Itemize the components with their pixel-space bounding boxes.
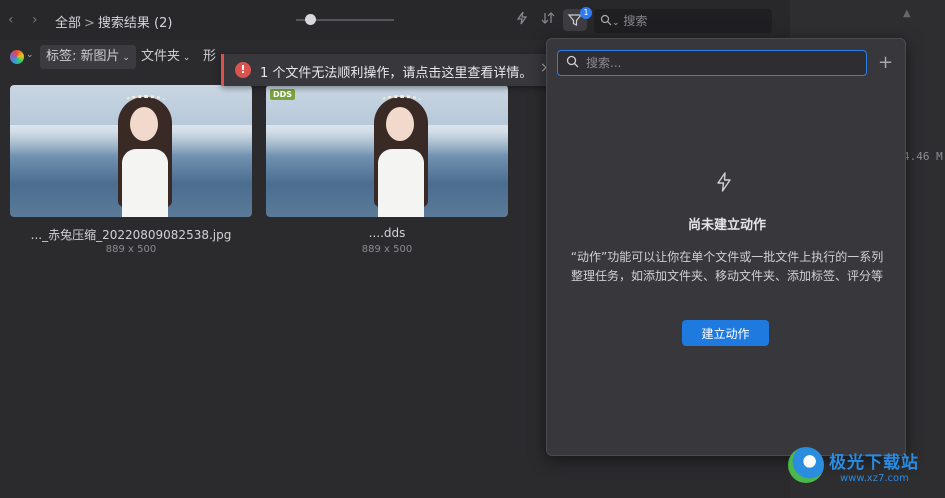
search-icon — [566, 55, 579, 68]
error-message[interactable]: 1 个文件无法顺利操作，请点击这里查看详情。 — [260, 62, 532, 81]
breadcrumb-root[interactable]: 全部 — [55, 16, 81, 31]
image-filename-2: ....dds — [368, 226, 406, 240]
error-banner[interactable]: ! 1 个文件无法顺利操作，请点击这里查看详情。 × — [221, 54, 552, 86]
format-tag: DDS — [270, 89, 296, 100]
folder-filter-chip[interactable]: 文件夹 ⌄ — [135, 45, 196, 69]
top-toolbar: ‹ › 全部 > 搜索结果 (2) 1 ⌄ 搜索 — [0, 0, 790, 40]
image-dimensions-1: 889 x 500 — [105, 244, 157, 255]
bolt-icon — [715, 172, 733, 197]
shape-filter-chip[interactable]: 形 — [197, 45, 222, 69]
empty-state-title: 尚未建立动作 — [687, 218, 766, 233]
watermark-url: www.xz7.com — [840, 473, 909, 484]
chevron-down-icon: ⌄ — [26, 50, 34, 60]
sort-icon[interactable] — [541, 11, 555, 29]
image-filename-1: ..._赤兔压缩_20220809082538.jpg — [30, 228, 232, 242]
image-dimensions-2: 889 x 500 — [361, 244, 413, 255]
file-size-value: 4.46 M — [903, 150, 943, 163]
breadcrumb-current: 搜索结果 (2) — [97, 16, 173, 31]
search-icon — [600, 14, 612, 26]
site-watermark: 极光下载站 www.xz7.com — [785, 444, 945, 494]
empty-state-description: “动作”功能可以让你在单个文件或一批文件上执行的一系列整理任务，如添加文件夹、移… — [570, 250, 884, 283]
tag-filter-chip[interactable]: 标签: 新图片 ⌄ — [40, 45, 136, 69]
folder-filter-label: 文件夹 — [141, 49, 181, 64]
filter-count-badge: 1 — [580, 7, 592, 19]
image-thumbnail-2[interactable]: DDS — [266, 85, 508, 217]
image-thumbnail-1[interactable] — [10, 85, 252, 217]
scroll-indicator-icon: ▲ — [903, 8, 911, 19]
error-icon: ! — [235, 62, 251, 78]
tag-filter-label: 标签: 新图片 — [46, 49, 120, 64]
actions-bolt-icon[interactable] — [515, 11, 529, 29]
breadcrumb: 全部 > 搜索结果 (2) — [55, 12, 172, 31]
color-filter-icon[interactable] — [10, 50, 24, 64]
chevron-down-icon: ⌄ — [612, 18, 620, 28]
create-action-button[interactable]: 建立动作 — [682, 320, 769, 346]
top-search-placeholder: 搜索 — [623, 14, 648, 28]
back-icon[interactable]: ‹ — [8, 12, 14, 28]
forward-icon[interactable]: › — [32, 12, 38, 28]
shape-filter-label: 形 — [203, 49, 217, 64]
breadcrumb-separator: > — [84, 16, 95, 31]
actions-popover: + 尚未建立动作 “动作”功能可以让你在单个文件或一批文件上执行的一系列整理任务… — [546, 38, 906, 456]
watermark-logo-icon — [788, 447, 824, 483]
slider-handle[interactable] — [305, 14, 316, 25]
actions-search-field[interactable] — [557, 50, 867, 76]
add-action-icon[interactable]: + — [878, 52, 893, 73]
watermark-name: 极光下载站 — [829, 453, 919, 473]
top-search-field[interactable]: ⌄ 搜索 — [594, 9, 772, 33]
actions-search-input[interactable] — [586, 54, 856, 72]
